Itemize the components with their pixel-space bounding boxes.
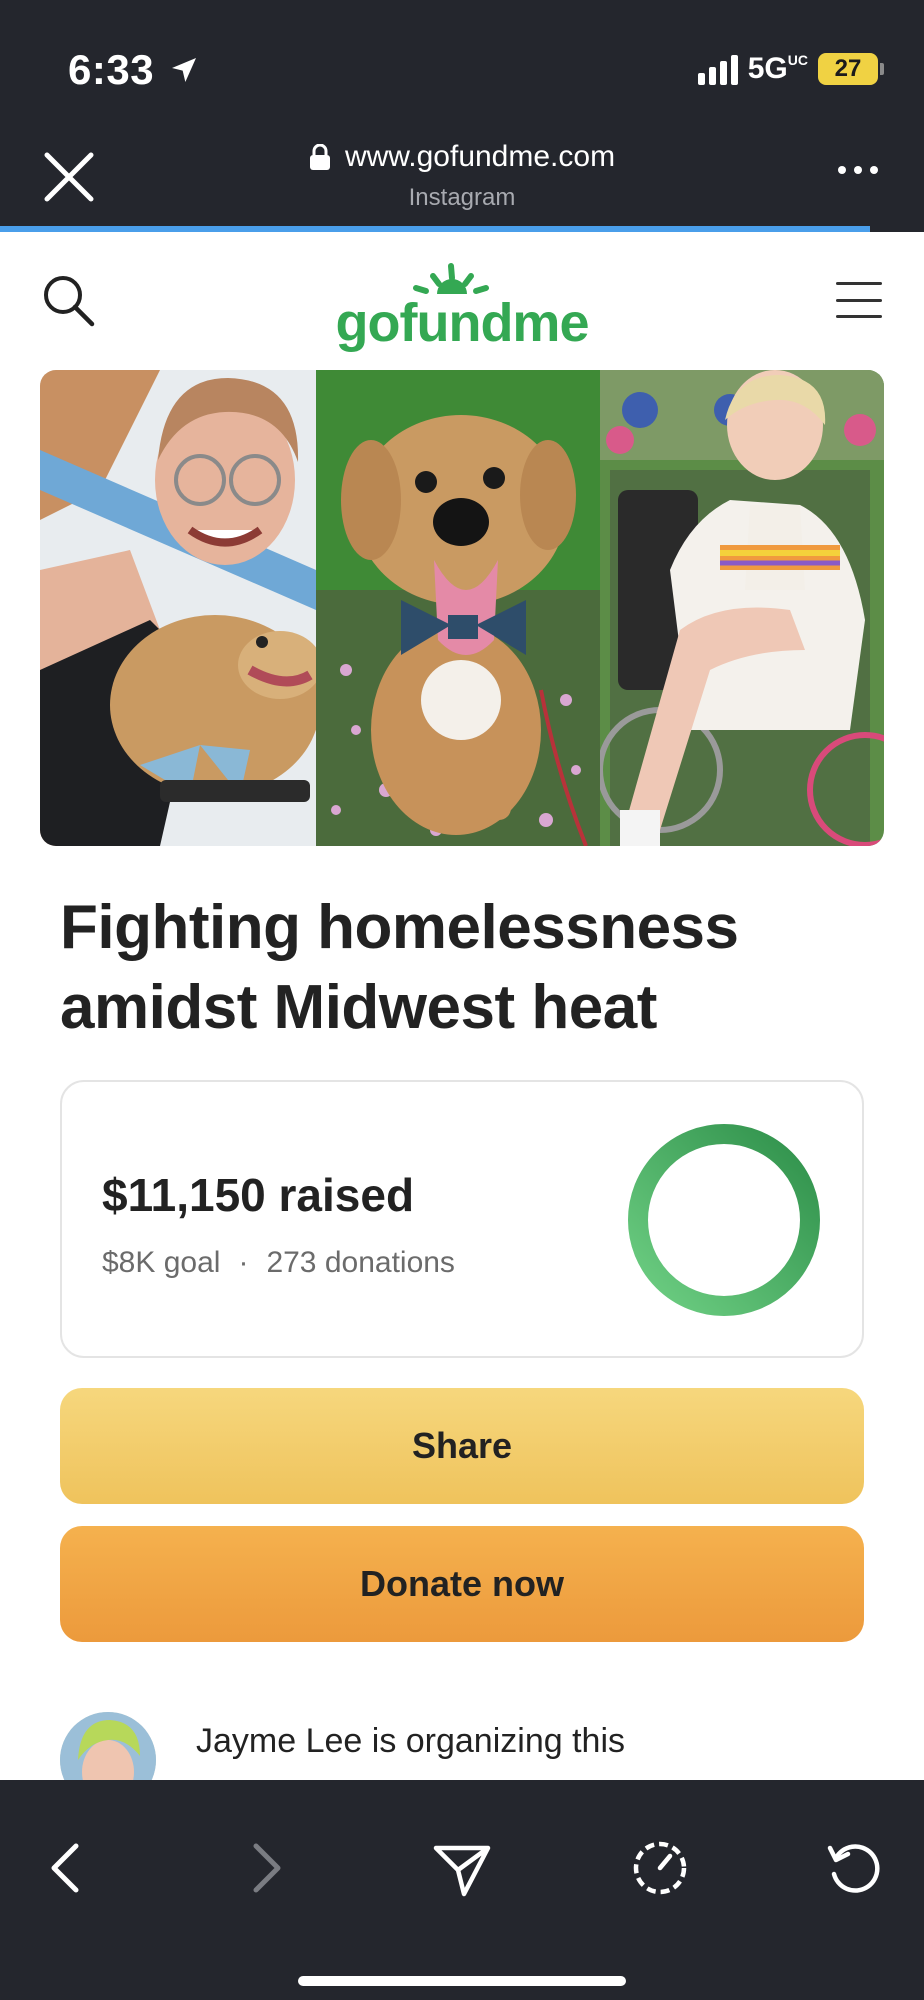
- logo-text: gofundme: [335, 293, 590, 353]
- close-icon[interactable]: [42, 150, 96, 204]
- site-header: gofundme: [0, 232, 924, 370]
- photo-person-with-dog: [40, 370, 316, 846]
- amount-raised: $11,150 raised: [102, 1169, 415, 1221]
- campaign-meta: $8K goal · 273 donations: [102, 1246, 455, 1280]
- goal-amount: $8K goal: [102, 1246, 221, 1279]
- progress-ring: [628, 1124, 820, 1316]
- photo-dog-on-grass: [316, 370, 600, 846]
- battery-level: 27: [834, 55, 862, 82]
- lock-icon: [309, 144, 330, 170]
- back-arrow-icon[interactable]: [36, 1836, 100, 1900]
- meta-separator: ·: [238, 1246, 249, 1279]
- send-icon[interactable]: [430, 1836, 494, 1900]
- hamburger-menu-icon[interactable]: [836, 282, 882, 318]
- clock: 6:33: [68, 46, 155, 93]
- network-type: 5GUC: [747, 52, 808, 85]
- address-bar[interactable]: www.gofundme.com Instagram: [200, 140, 724, 212]
- campaign-hero-image: [40, 370, 884, 846]
- share-button[interactable]: Share: [60, 1388, 864, 1504]
- battery-icon: 27: [818, 53, 884, 85]
- status-indicators: 5GUC 27: [697, 52, 884, 86]
- reload-icon[interactable]: [822, 1836, 886, 1900]
- url-text: www.gofundme.com: [344, 140, 616, 173]
- donate-now-button[interactable]: Donate now: [60, 1526, 864, 1642]
- organizer-text: Jayme Lee is organizing this: [196, 1722, 626, 1760]
- organizer-avatar[interactable]: [60, 1712, 156, 1780]
- location-arrow-icon: [172, 58, 197, 82]
- browser-bottom-toolbar: [0, 1780, 924, 2000]
- photo-person-in-wheelchair: [600, 370, 884, 846]
- url-source: Instagram: [408, 184, 516, 211]
- gofundme-logo[interactable]: gofundme: [330, 254, 594, 354]
- campaign-title: Fighting homelessness amidst Midwest hea…: [60, 893, 739, 1042]
- forward-arrow-icon[interactable]: [232, 1836, 296, 1900]
- signal-strength-icon: [697, 53, 738, 85]
- fundraising-stats-card: $11,150 raised $8K goal · 273 donations: [60, 1080, 864, 1358]
- progress-ring-fill: [628, 1124, 820, 1316]
- browser-top-bar: 6:33 5GUC 27 www.gofundme.com Instagram: [0, 0, 924, 232]
- search-icon[interactable]: [40, 272, 96, 328]
- donation-count: 273 donations: [266, 1246, 455, 1279]
- web-page: gofundme Fighting homelessness amidst Mi…: [0, 232, 924, 1780]
- timer-icon[interactable]: [628, 1836, 692, 1900]
- more-options-icon[interactable]: [838, 166, 878, 174]
- status-time: 6:33: [68, 46, 200, 94]
- home-indicator[interactable]: [298, 1976, 626, 1986]
- organizer-row: Jayme Lee is organizing this: [60, 1712, 864, 1780]
